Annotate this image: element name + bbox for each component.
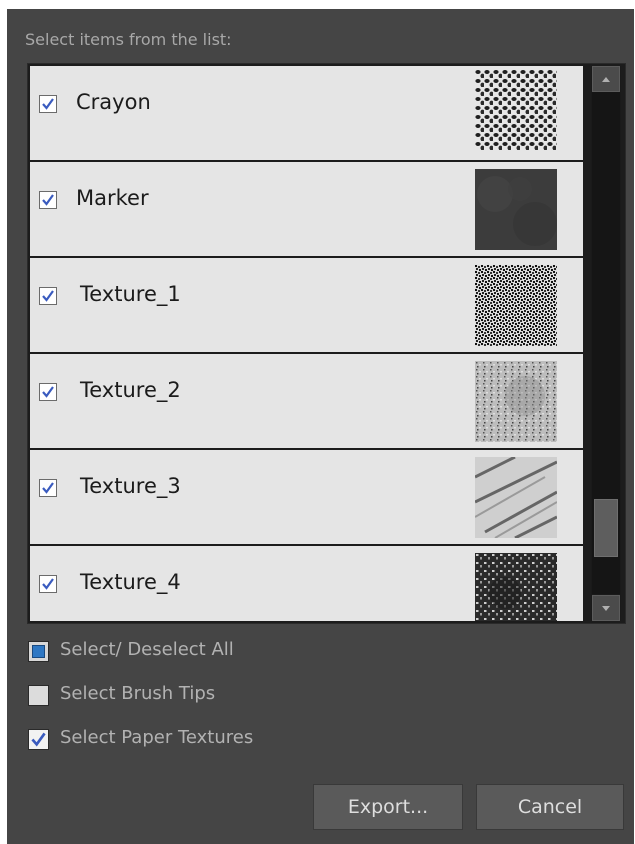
list-item[interactable]: Texture_3 <box>30 450 583 544</box>
paper-textures-label: Select Paper Textures <box>60 727 254 748</box>
list-item[interactable]: Crayon <box>30 66 583 160</box>
checkmark-icon <box>31 732 46 747</box>
cancel-button[interactable]: Cancel <box>476 784 624 830</box>
grunge-texture-thumbnail <box>475 361 557 442</box>
scroll-thumb[interactable] <box>594 499 618 557</box>
checkmark-icon <box>42 386 54 398</box>
list-item[interactable]: Texture_2 <box>30 354 583 448</box>
checkmark-icon <box>42 578 54 590</box>
brush-tips-checkbox[interactable] <box>28 685 49 706</box>
marker-texture-thumbnail <box>475 169 557 250</box>
arrow-down-icon <box>602 606 610 611</box>
paper-textures-checkbox[interactable] <box>28 729 49 750</box>
list-item[interactable]: Texture_4 <box>30 546 583 621</box>
checkmark-icon <box>42 290 54 302</box>
item-label: Texture_2 <box>80 378 181 402</box>
export-button[interactable]: Export... <box>313 784 463 830</box>
list-scrollbar[interactable] <box>591 66 621 621</box>
item-label: Texture_4 <box>80 570 181 594</box>
crayon-texture-thumbnail <box>475 69 557 150</box>
export-dialog: Select items from the list: Crayon Marke… <box>7 9 634 844</box>
item-checkbox[interactable] <box>39 575 57 593</box>
arrow-up-icon <box>602 77 610 82</box>
list-item[interactable]: Marker <box>30 162 583 256</box>
select-all-label: Select/ Deselect All <box>60 639 234 660</box>
checkmark-icon <box>42 98 54 110</box>
noise-texture-thumbnail <box>475 265 557 346</box>
item-checkbox[interactable] <box>39 95 57 113</box>
partial-indicator-icon <box>32 645 45 658</box>
checkmark-icon <box>42 482 54 494</box>
item-label: Texture_1 <box>80 282 181 306</box>
scroll-down-button[interactable] <box>592 595 620 621</box>
item-label: Marker <box>76 186 149 210</box>
item-checkbox[interactable] <box>39 191 57 209</box>
checkmark-icon <box>42 194 54 206</box>
list-item[interactable]: Texture_1 <box>30 258 583 352</box>
dark-grunge-texture-thumbnail <box>475 553 557 621</box>
list-header: Select items from the list: <box>25 30 232 49</box>
select-all-checkbox[interactable] <box>28 641 49 662</box>
item-checkbox[interactable] <box>39 479 57 497</box>
item-checkbox[interactable] <box>39 383 57 401</box>
streak-texture-thumbnail <box>475 457 557 538</box>
brush-tips-label: Select Brush Tips <box>60 683 216 704</box>
item-label: Texture_3 <box>80 474 181 498</box>
item-label: Crayon <box>76 90 151 114</box>
item-list-viewport: Crayon Marker Texture_1 Texture_2 Textur… <box>30 66 583 621</box>
scroll-up-button[interactable] <box>592 66 620 92</box>
item-list[interactable]: Crayon Marker Texture_1 Texture_2 Textur… <box>27 63 626 624</box>
item-checkbox[interactable] <box>39 287 57 305</box>
